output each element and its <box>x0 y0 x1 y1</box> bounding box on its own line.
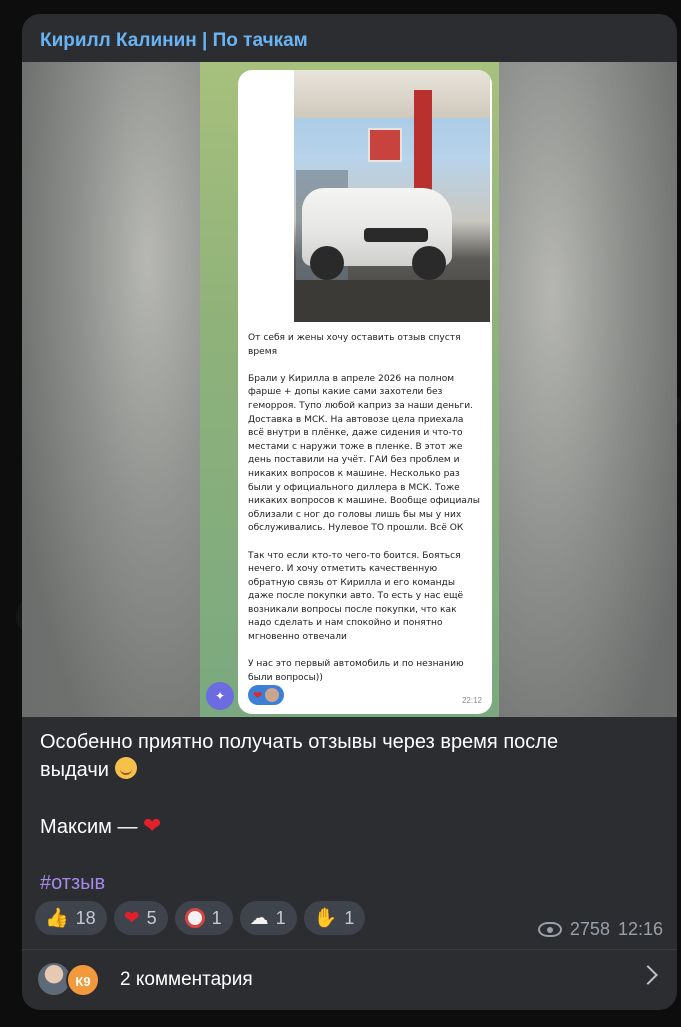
thumbs-up-icon: 👍 <box>45 907 69 929</box>
commenter-avatars: К9 <box>36 961 108 999</box>
screenshot-reaction: ❤ <box>248 685 285 705</box>
reaction-thumbs-up[interactable]: 👍 18 <box>35 901 107 935</box>
ghost-icon: ☁ <box>249 907 269 929</box>
eye-icon <box>537 922 562 937</box>
hashtag-link[interactable]: #отзыв <box>40 869 660 897</box>
post-time: 12:16 <box>617 919 663 939</box>
post-caption: Особенно приятно получать отзывы через в… <box>40 728 660 897</box>
post-meta: 2758 12:16 <box>537 919 663 940</box>
caption-line: выдачи <box>40 756 660 784</box>
handshake-icon: ✋ <box>313 907 338 929</box>
car-photo <box>294 70 490 322</box>
image-blur-right <box>499 62 677 717</box>
image-blur-left <box>22 62 200 717</box>
comments-button[interactable]: К9 2 комментария <box>22 950 677 1010</box>
comments-label: 2 комментария <box>120 969 253 990</box>
heart-icon: ❤ <box>253 689 263 702</box>
avatar: К9 <box>66 963 100 997</box>
heart-icon: ❤ <box>143 813 162 838</box>
reaction-handshake[interactable]: ✋ 1 <box>303 901 366 935</box>
clown-icon <box>184 908 205 928</box>
channel-post[interactable]: Кирилл Калинин | По тачкам От себя и жен… <box>22 14 677 1010</box>
reaction-clown[interactable]: 1 <box>174 901 233 935</box>
review-paragraph: У нас это первый автомобиль и по незнани… <box>248 659 464 683</box>
caption-line: Особенно приятно получать отзывы через в… <box>40 731 559 753</box>
view-count: 2758 <box>569 919 610 939</box>
sparkle-icon: ✦ <box>206 682 234 710</box>
smiling-face-icon <box>114 757 137 779</box>
caption-signature: Максим — ❤ <box>40 813 162 838</box>
review-paragraph: Брали у Кирилла в апреле 2026 на полном … <box>248 373 480 534</box>
screenshot-review-message: От себя и жены хочу оставить отзыв спуст… <box>238 70 492 714</box>
post-image[interactable]: От себя и жены хочу оставить отзыв спуст… <box>22 62 677 717</box>
reaction-heart[interactable]: ❤ 5 <box>113 901 168 935</box>
reaction-count: 1 <box>275 907 286 928</box>
chevron-right-icon <box>638 965 658 985</box>
reaction-ghost[interactable]: ☁ 1 <box>239 901 297 935</box>
review-paragraph: От себя и жены хочу оставить отзыв спуст… <box>248 333 461 357</box>
heart-icon: ❤ <box>123 907 140 929</box>
channel-title[interactable]: Кирилл Калинин | По тачкам <box>40 30 308 52</box>
reaction-count: 18 <box>75 907 96 928</box>
reaction-count: 1 <box>211 907 222 928</box>
avatar <box>265 688 280 702</box>
review-text: От себя и жены хочу оставить отзыв спуст… <box>248 332 480 685</box>
reactions-bar: 👍 18 ❤ 5 1 ☁ 1 ✋ 1 <box>35 901 366 935</box>
screenshot-time: 22:12 <box>461 696 482 705</box>
reaction-count: 1 <box>344 907 355 928</box>
reaction-count: 5 <box>146 907 157 928</box>
review-paragraph: Так что если кто-то чего-то боится. Боят… <box>248 550 464 643</box>
